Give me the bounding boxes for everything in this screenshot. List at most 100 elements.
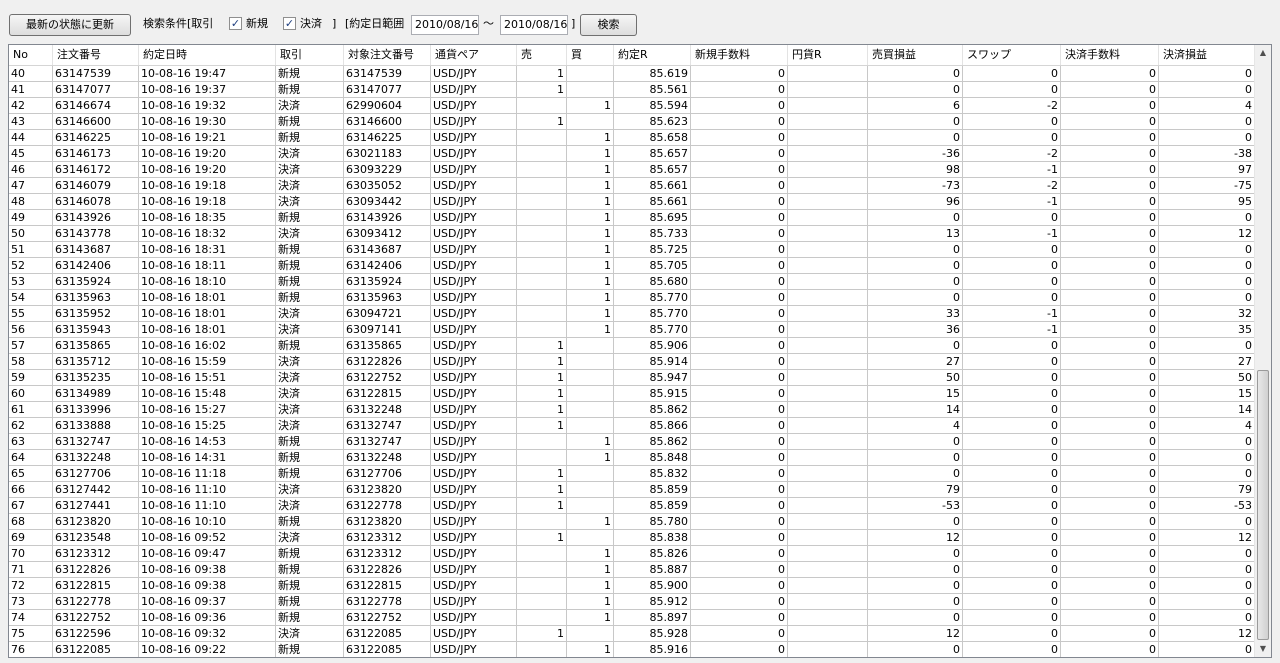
table-row[interactable]: 63 63132747 10-08-16 14:53 新規 63132747 USD/JP… xyxy=(9,434,1255,450)
table-cell: 1 xyxy=(567,210,614,226)
table-cell: 85.887 xyxy=(614,562,691,578)
column-header[interactable]: 約定日時 xyxy=(139,45,276,65)
table-cell: 85.866 xyxy=(614,418,691,434)
table-cell: 0 xyxy=(1159,546,1255,562)
table-cell: 0 xyxy=(1061,434,1159,450)
table-row[interactable]: 59 63135235 10-08-16 15:51 決済 63122752 USD/JP… xyxy=(9,370,1255,386)
table-cell: -73 xyxy=(868,178,963,194)
table-cell: 0 xyxy=(868,594,963,610)
refresh-button[interactable]: 最新の状態に更新 xyxy=(9,14,131,36)
table-cell: 12 xyxy=(868,626,963,642)
table-cell: 0 xyxy=(868,546,963,562)
scroll-thumb[interactable] xyxy=(1257,370,1269,640)
table-row[interactable]: 53 63135924 10-08-16 18:10 新規 63135924 USD/JP… xyxy=(9,274,1255,290)
table-row[interactable]: 43 63146600 10-08-16 19:30 新規 63146600 USD/JP… xyxy=(9,114,1255,130)
table-cell: 0 xyxy=(1061,194,1159,210)
table-cell: 14 xyxy=(1159,402,1255,418)
table-cell: 0 xyxy=(963,498,1061,514)
table-row[interactable]: 76 63122085 10-08-16 09:22 新規 63122085 USD/JP… xyxy=(9,642,1255,657)
table-row[interactable]: 44 63146225 10-08-16 19:21 新規 63146225 USD/JP… xyxy=(9,130,1255,146)
table-row[interactable]: 72 63122815 10-08-16 09:38 新規 63122815 USD/JP… xyxy=(9,578,1255,594)
tilde-separator: 〜 xyxy=(483,17,494,30)
table-cell: 決済 xyxy=(276,226,344,242)
table-row[interactable]: 55 63135952 10-08-16 18:01 決済 63094721 USD/JP… xyxy=(9,306,1255,322)
date-from-input[interactable]: 2010/08/16 xyxy=(411,15,479,35)
table-row[interactable]: 69 63123548 10-08-16 09:52 決済 63123312 USD/JP… xyxy=(9,530,1255,546)
table-row[interactable]: 74 63122752 10-08-16 09:36 新規 63122752 USD/JP… xyxy=(9,610,1255,626)
table-cell: 0 xyxy=(963,130,1061,146)
table-row[interactable]: 51 63143687 10-08-16 18:31 新規 63143687 USD/JP… xyxy=(9,242,1255,258)
table-cell: USD/JPY xyxy=(431,306,517,322)
table-row[interactable]: 66 63127442 10-08-16 11:10 決済 63123820 USD/JP… xyxy=(9,482,1255,498)
column-header[interactable]: 注文番号 xyxy=(53,45,139,65)
column-header[interactable]: 買 xyxy=(567,45,614,65)
column-header[interactable]: 約定R xyxy=(614,45,691,65)
table-row[interactable]: 71 63122826 10-08-16 09:38 新規 63122826 USD/JP… xyxy=(9,562,1255,578)
table-cell: 0 xyxy=(1159,642,1255,657)
table-cell: 85.915 xyxy=(614,386,691,402)
table-cell: 1 xyxy=(517,386,567,402)
date-to-input[interactable]: 2010/08/16 xyxy=(500,15,568,35)
column-header[interactable]: 新規手数料 xyxy=(691,45,788,65)
vertical-scrollbar[interactable]: ▲ ▼ xyxy=(1254,45,1271,657)
table-row[interactable]: 48 63146078 10-08-16 19:18 決済 63093442 USD/JP… xyxy=(9,194,1255,210)
column-header[interactable]: 取引 xyxy=(276,45,344,65)
column-header[interactable]: 決済手数料 xyxy=(1061,45,1159,65)
search-button[interactable]: 検索 xyxy=(580,14,637,36)
table-row[interactable]: 42 63146674 10-08-16 19:32 決済 62990604 USD/JP… xyxy=(9,98,1255,114)
table-cell: 51 xyxy=(9,242,53,258)
table-cell: 63135963 xyxy=(344,290,431,306)
table-row[interactable]: 54 63135963 10-08-16 18:01 新規 63135963 USD/JP… xyxy=(9,290,1255,306)
table-cell: 0 xyxy=(1061,386,1159,402)
table-row[interactable]: 67 63127441 10-08-16 11:10 決済 63122778 USD/JP… xyxy=(9,498,1255,514)
table-row[interactable]: 57 63135865 10-08-16 16:02 新規 63135865 USD/JP… xyxy=(9,338,1255,354)
table-cell: 0 xyxy=(963,274,1061,290)
table-cell: 10-08-16 18:10 xyxy=(139,274,276,290)
table-row[interactable]: 68 63123820 10-08-16 10:10 新規 63123820 USD/JP… xyxy=(9,514,1255,530)
table-cell: 1 xyxy=(567,98,614,114)
trade-history-grid[interactable]: No 注文番号 約定日時 取引 対象注文番号 通貨ペア売買約定R 新規手数料 円貨R 売買損益ス… xyxy=(8,44,1272,658)
table-row[interactable]: 64 63132248 10-08-16 14:31 新規 63132248 USD/JP… xyxy=(9,450,1255,466)
table-cell: 10-08-16 19:30 xyxy=(139,114,276,130)
table-cell: 63135924 xyxy=(344,274,431,290)
column-header[interactable]: 対象注文番号 xyxy=(344,45,431,65)
table-row[interactable]: 61 63133996 10-08-16 15:27 決済 63132248 USD/JP… xyxy=(9,402,1255,418)
new-checkbox[interactable]: ✓ xyxy=(229,17,242,30)
table-row[interactable]: 70 63123312 10-08-16 09:47 新規 63123312 USD/JP… xyxy=(9,546,1255,562)
table-cell: 10-08-16 14:31 xyxy=(139,450,276,466)
column-header[interactable]: 売買損益 xyxy=(868,45,963,65)
table-cell xyxy=(517,514,567,530)
scroll-up-arrow-icon[interactable]: ▲ xyxy=(1255,45,1271,61)
table-row[interactable]: 56 63135943 10-08-16 18:01 決済 63097141 USD/JP… xyxy=(9,322,1255,338)
settle-checkbox[interactable]: ✓ xyxy=(283,17,296,30)
table-cell: 0 xyxy=(963,434,1061,450)
column-header[interactable]: 通貨ペア xyxy=(431,45,517,65)
table-row[interactable]: 49 63143926 10-08-16 18:35 新規 63143926 USD/JP… xyxy=(9,210,1255,226)
column-header[interactable]: No xyxy=(9,45,53,65)
column-header[interactable]: 円貨R xyxy=(788,45,868,65)
table-row[interactable]: 73 63122778 10-08-16 09:37 新規 63122778 USD/JP… xyxy=(9,594,1255,610)
table-row[interactable]: 65 63127706 10-08-16 11:18 新規 63127706 USD/JP… xyxy=(9,466,1255,482)
table-cell xyxy=(517,274,567,290)
table-row[interactable]: 58 63135712 10-08-16 15:59 決済 63122826 USD/JP… xyxy=(9,354,1255,370)
table-row[interactable]: 60 63134989 10-08-16 15:48 決済 63122815 USD/JP… xyxy=(9,386,1255,402)
table-row[interactable]: 47 63146079 10-08-16 19:18 決済 63035052 USD/JP… xyxy=(9,178,1255,194)
table-cell: 32 xyxy=(1159,306,1255,322)
table-row[interactable]: 50 63143778 10-08-16 18:32 決済 63093412 USD/JP… xyxy=(9,226,1255,242)
table-row[interactable]: 75 63122596 10-08-16 09:32 決済 63122085 USD/JP… xyxy=(9,626,1255,642)
column-header[interactable]: スワップ xyxy=(963,45,1061,65)
table-row[interactable]: 62 63133888 10-08-16 15:25 決済 63132747 USD/JP… xyxy=(9,418,1255,434)
table-cell: 63097141 xyxy=(344,322,431,338)
table-cell: 10-08-16 15:25 xyxy=(139,418,276,434)
column-header[interactable]: 売 xyxy=(517,45,567,65)
table-row[interactable]: 46 63146172 10-08-16 19:20 決済 63093229 USD/JP… xyxy=(9,162,1255,178)
table-cell: 0 xyxy=(1159,210,1255,226)
table-cell: 57 xyxy=(9,338,53,354)
table-cell: 70 xyxy=(9,546,53,562)
table-row[interactable]: 40 63147539 10-08-16 19:47 新規 63147539 USD/JP… xyxy=(9,66,1255,82)
table-row[interactable]: 52 63142406 10-08-16 18:11 新規 63142406 USD/JP… xyxy=(9,258,1255,274)
scroll-down-arrow-icon[interactable]: ▼ xyxy=(1255,641,1271,657)
column-header[interactable]: 決済損益 xyxy=(1159,45,1255,65)
table-row[interactable]: 45 63146173 10-08-16 19:20 決済 63021183 USD/JP… xyxy=(9,146,1255,162)
table-row[interactable]: 41 63147077 10-08-16 19:37 新規 63147077 USD/JP… xyxy=(9,82,1255,98)
